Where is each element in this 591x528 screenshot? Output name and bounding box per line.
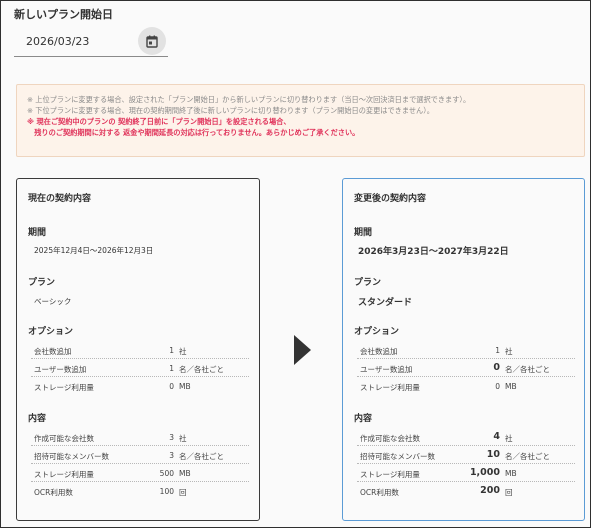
row-value: 500 bbox=[159, 469, 174, 478]
row-value: 0 bbox=[493, 362, 500, 373]
row-unit: 名／各社ごと bbox=[179, 452, 224, 461]
row-label: ストレージ利用量 bbox=[360, 383, 420, 392]
row-label: 作成可能な会社数 bbox=[360, 434, 420, 443]
row-unit: 名／各社ごと bbox=[179, 365, 224, 374]
row-unit: 社 bbox=[179, 347, 187, 356]
plan-heading: プラン bbox=[28, 278, 56, 288]
contents-heading: 内容 bbox=[28, 414, 47, 424]
row-value: 200 bbox=[480, 485, 500, 496]
row-unit: MB bbox=[505, 382, 517, 391]
period-heading: 期間 bbox=[28, 228, 47, 238]
current-contract-card: 現在の契約内容 期間 2025年12月4日〜2026年12月3日 プラン ベーシ… bbox=[16, 178, 260, 521]
row-label: 作成可能な会社数 bbox=[34, 434, 94, 443]
row-unit: 社 bbox=[179, 434, 187, 443]
row-value: 1 bbox=[169, 346, 174, 355]
row-label: ストレージ利用量 bbox=[34, 383, 94, 392]
row-label: ストレージ利用量 bbox=[34, 470, 94, 479]
period-value: 2026年3月23日〜2027年3月22日 bbox=[358, 247, 509, 257]
contents-heading: 内容 bbox=[354, 414, 373, 424]
row-label: 会社数追加 bbox=[360, 347, 398, 356]
row-value: 3 bbox=[169, 451, 174, 460]
row-label: ストレージ利用量 bbox=[360, 470, 420, 479]
calendar-icon bbox=[146, 35, 158, 48]
option-row: ユーザー数追加 1 名／各社ごと bbox=[31, 359, 249, 377]
row-value: 1 bbox=[495, 346, 500, 355]
row-value: 3 bbox=[169, 433, 174, 442]
row-unit: MB bbox=[505, 469, 517, 478]
row-value: 4 bbox=[493, 431, 500, 442]
content-row: 招待可能なメンバー数 3 名／各社ごと bbox=[31, 446, 249, 464]
start-date-field[interactable]: 2026/03/23 bbox=[14, 25, 168, 57]
option-row: ストレージ利用量 0 MB bbox=[31, 377, 249, 395]
new-contract-card: 変更後の契約内容 期間 2026年3月23日〜2027年3月22日 プラン スタ… bbox=[342, 178, 585, 521]
row-value: 1,000 bbox=[469, 467, 500, 478]
notice-line: ※ 下位プランに変更する場合、現在の契約期間終了後に新しいプランに切り替わります… bbox=[27, 106, 434, 115]
plan-heading: プラン bbox=[354, 278, 382, 288]
notice-box: ※ 上位プランに変更する場合、設定された「プラン開始日」から新しいプランに切り替… bbox=[16, 84, 585, 157]
row-value: 0 bbox=[169, 382, 174, 391]
warning-line: 残りのご契約期間に対する 返金や期間延長の対応は行っておりません。あらかじめご了… bbox=[27, 128, 360, 137]
row-label: 会社数追加 bbox=[34, 347, 72, 356]
options-heading: オプション bbox=[28, 327, 74, 337]
content-row: 招待可能なメンバー数 10 名／各社ごと bbox=[357, 446, 575, 464]
period-heading: 期間 bbox=[354, 228, 373, 238]
row-label: OCR利用数 bbox=[34, 488, 73, 497]
plan-value: ベーシック bbox=[34, 297, 72, 306]
options-heading: オプション bbox=[354, 327, 400, 337]
option-row: 会社数追加 1 社 bbox=[31, 341, 249, 359]
row-value: 10 bbox=[486, 449, 500, 460]
row-unit: MB bbox=[179, 469, 191, 478]
calendar-button[interactable] bbox=[138, 27, 166, 55]
row-unit: 社 bbox=[505, 434, 513, 443]
row-label: 招待可能なメンバー数 bbox=[34, 452, 109, 461]
start-date-value[interactable]: 2026/03/23 bbox=[26, 35, 89, 48]
row-unit: 社 bbox=[505, 347, 513, 356]
card-title: 変更後の契約内容 bbox=[354, 194, 427, 204]
start-date-label: 新しいプラン開始日 bbox=[14, 8, 113, 21]
row-unit: 回 bbox=[179, 488, 187, 497]
warning-line: ※ 現在ご契約中のプランの 契約終了日前に「プラン開始日」を設定される場合、 bbox=[27, 117, 291, 126]
row-value: 1 bbox=[169, 364, 174, 373]
row-label: ユーザー数追加 bbox=[34, 365, 87, 374]
row-unit: 回 bbox=[505, 488, 513, 497]
content-row: OCR利用数 100 回 bbox=[31, 482, 249, 500]
option-row: ストレージ利用量 0 MB bbox=[357, 377, 575, 395]
row-value: 0 bbox=[495, 382, 500, 391]
content-row: ストレージ利用量 500 MB bbox=[31, 464, 249, 482]
option-row: 会社数追加 1 社 bbox=[357, 341, 575, 359]
row-label: OCR利用数 bbox=[360, 488, 399, 497]
option-row: ユーザー数追加 0 名／各社ごと bbox=[357, 359, 575, 377]
row-unit: 名／各社ごと bbox=[505, 365, 550, 374]
row-label: ユーザー数追加 bbox=[360, 365, 413, 374]
row-unit: 名／各社ごと bbox=[505, 452, 550, 461]
period-value: 2025年12月4日〜2026年12月3日 bbox=[34, 246, 154, 255]
dialog-frame: 新しいプラン開始日 2026/03/23 ※ 上位プランに変更する場合、設定され… bbox=[0, 0, 591, 528]
content-row: 作成可能な会社数 4 社 bbox=[357, 428, 575, 446]
content-row: 作成可能な会社数 3 社 bbox=[31, 428, 249, 446]
arrow-right-icon bbox=[294, 335, 311, 365]
content-row: ストレージ利用量 1,000 MB bbox=[357, 464, 575, 482]
card-title: 現在の契約内容 bbox=[28, 194, 92, 204]
notice-line: ※ 上位プランに変更する場合、設定された「プラン開始日」から新しいプランに切り替… bbox=[27, 95, 471, 104]
plan-value: スタンダード bbox=[358, 298, 413, 308]
row-unit: MB bbox=[179, 382, 191, 391]
content-row: OCR利用数 200 回 bbox=[357, 482, 575, 500]
row-value: 100 bbox=[159, 487, 174, 496]
row-label: 招待可能なメンバー数 bbox=[360, 452, 435, 461]
